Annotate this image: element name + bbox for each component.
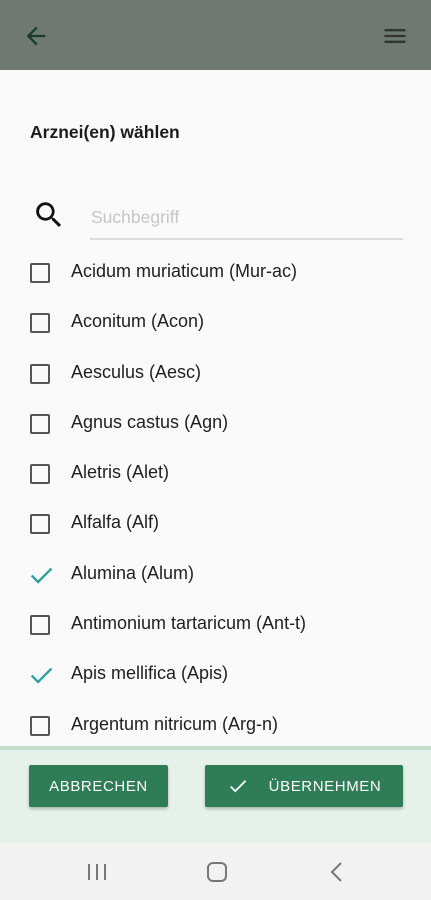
remedy-label: Aconitum (Acon) [71,311,205,332]
search-input[interactable] [90,196,403,240]
remedy-list-item[interactable]: Apis mellifica (Apis) [0,650,431,700]
remedy-label: Antimonium tartaricum (Ant-t) [71,613,307,634]
search-icon [36,202,62,228]
remedy-list-item[interactable]: Aconitum (Acon) [0,298,431,348]
remedy-label: Acidum muriaticum (Mur-ac) [71,261,298,281]
check-icon [229,780,246,793]
select-remedy-dialog: Arznei(en) wählen Acidum muriaticum (Mur… [0,70,431,746]
remedy-label: Apis mellifica (Apis) [71,663,229,684]
checkmark-icon[interactable] [30,565,53,585]
remedy-label: Agnus castus (Agn) [71,411,229,432]
arrow-left-icon[interactable] [22,22,50,50]
remedy-label: Aesculus (Aesc) [71,361,202,382]
checkbox[interactable] [30,715,50,736]
dialog-footer: ABBRECHEN ÜBERNEHMEN [0,750,431,843]
remedy-list-item[interactable]: Alumina (Alum) [0,550,431,600]
remedy-label: Aletris (Alet) [71,462,170,483]
checkbox[interactable] [30,363,50,384]
checkbox[interactable] [30,413,50,434]
checkbox[interactable] [30,514,50,535]
dialog-title: Arznei(en) wählen [30,122,180,142]
remedy-list-item[interactable]: Acidum muriaticum (Mur-ac) [0,248,431,298]
remedy-list-item[interactable]: Alfalfa (Alf) [0,499,431,549]
apply-button-label: ÜBERNEHMEN [268,777,382,795]
remedy-list-item[interactable]: Agnus castus (Agn) [0,399,431,449]
recent-apps-icon[interactable] [86,863,108,881]
remedy-list: Acidum muriaticum (Mur-ac) Aconitum (Acon… [0,248,431,746]
checkbox[interactable] [30,263,50,283]
remedy-list-item[interactable]: Aletris (Alet) [0,449,431,499]
remedy-label: Alfalfa (Alf) [71,512,160,533]
apply-button[interactable]: ÜBERNEHMEN [205,765,403,807]
home-icon[interactable] [206,861,228,883]
remedy-list-item[interactable]: Aesculus (Aesc) [0,349,431,399]
cancel-button[interactable]: ABBRECHEN [29,765,168,807]
checkbox[interactable] [30,313,50,334]
remedy-list-item[interactable]: Antimonium tartaricum (Ant-t) [0,600,431,650]
hamburger-menu-icon[interactable] [381,22,409,50]
checkmark-icon[interactable] [30,665,53,685]
remedy-label: Argentum nitricum (Arg-n) [71,713,279,734]
nav-back-icon[interactable] [328,861,346,883]
checkbox[interactable] [30,464,50,485]
system-nav-bar [0,843,431,900]
remedy-list-item[interactable]: Argentum nitricum (Arg-n) [0,701,431,746]
app-bar [0,0,431,70]
remedy-label: Alumina (Alum) [71,562,195,583]
cancel-button-label: ABBRECHEN [49,777,148,795]
checkbox[interactable] [30,615,50,636]
